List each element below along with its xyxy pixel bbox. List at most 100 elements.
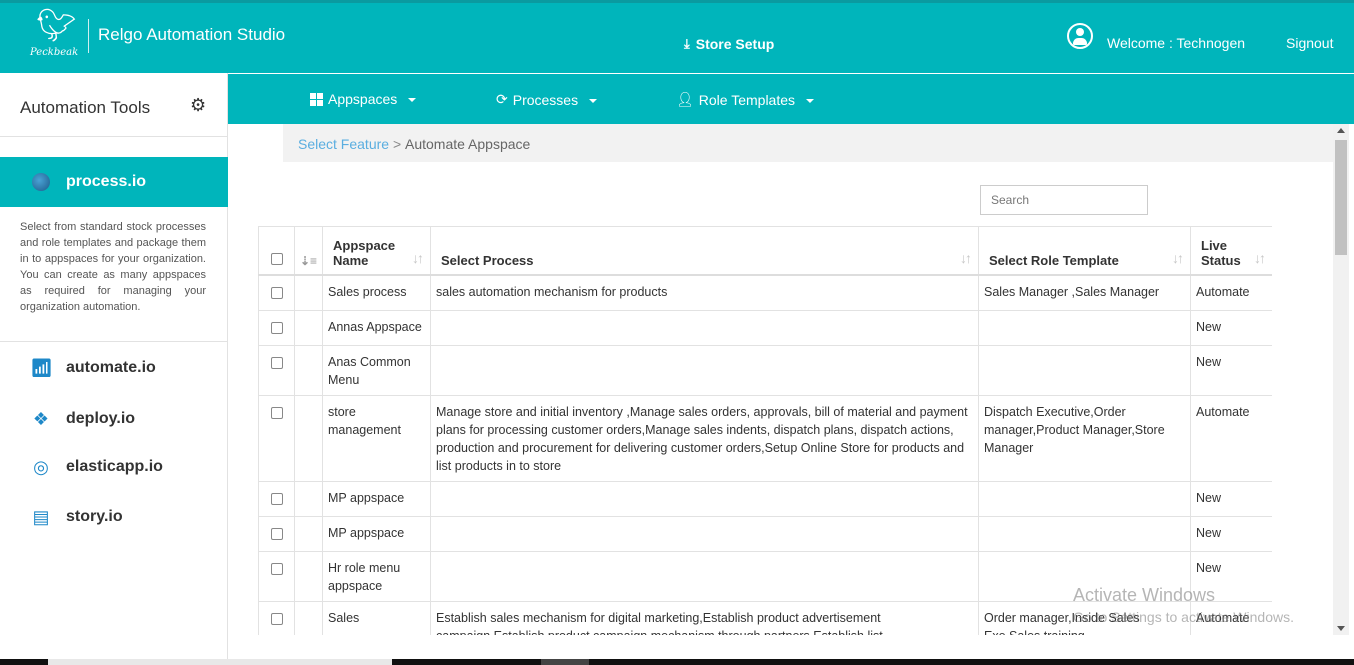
logo[interactable]: 🐦︎ Peckbeak [28,9,80,67]
sort-icon: ↓↑ [412,249,424,266]
vertical-scrollbar[interactable] [1333,124,1349,635]
activate-windows-title: Activate Windows [1073,585,1216,605]
select-all-header [258,226,295,276]
cell-live-status: New [1190,515,1272,552]
appspaces-menu[interactable]: Appspaces [310,91,417,107]
ring-icon: ◎ [33,457,49,477]
processes-label: Processes [512,91,579,108]
row-checkbox[interactable] [270,492,283,505]
sort-icon: ↓↑ [1254,249,1266,266]
globe-icon [32,173,50,191]
select-all-checkbox[interactable] [270,252,283,265]
scroll-down-icon[interactable] [1337,626,1345,631]
processes-menu[interactable]: ⟳ Processes [496,91,598,108]
ribbon-icon: ❖ [32,409,50,429]
col-select-process-label: Select Process [441,252,534,268]
signout-link[interactable]: Signout [1286,35,1333,51]
cell-role-template [978,309,1191,346]
sidebar-item-automate-io[interactable]: 📶︎ automate.io [0,349,228,389]
row-checkbox-cell [258,515,295,552]
cell-live-status: Automate [1190,274,1272,311]
row-checkbox[interactable] [270,286,283,299]
cell-role-template [978,515,1191,552]
appspaces-label: Appspaces [328,91,398,107]
row-spacer [294,344,323,396]
cell-process [430,480,979,517]
search-input[interactable] [980,185,1148,215]
cell-role-template [978,344,1191,396]
user-avatar-icon[interactable] [1067,23,1093,49]
role-templates-menu[interactable]: 👤︎ Role Templates [676,91,815,108]
store-setup-label: Store Setup [695,36,775,52]
row-checkbox-cell [258,600,295,635]
cell-appspace-name: Hr role menu appspace [322,550,431,602]
table-row[interactable]: Annas Appspace New [258,309,1272,346]
sidebar-item-process-io[interactable]: process.io [0,157,228,207]
breadcrumb-select-feature[interactable]: Select Feature [298,136,389,152]
cell-process: Manage store and initial inventory ,Mana… [430,394,979,482]
row-checkbox[interactable] [270,406,283,419]
cell-live-status: Automate [1190,394,1272,482]
sort-header[interactable]: ⇣≡ [294,226,323,276]
row-checkbox-cell [258,394,295,482]
sidebar-header: Automation Tools ⚙ [0,73,228,137]
col-select-role-template[interactable]: Select Role Template ↓↑ [978,226,1191,276]
table-row[interactable]: store management Manage store and initia… [258,394,1272,482]
welcome-text: Welcome : Technogen [1107,35,1246,51]
sidebar-item-elasticapp-io[interactable]: ◎ elasticapp.io [0,448,228,488]
sidebar-item-deploy-io[interactable]: ❖ deploy.io [0,400,228,440]
row-checkbox[interactable] [270,356,283,369]
download-icon: ⤓ [684,36,690,51]
chevron-down-icon [589,98,598,103]
col-live-status[interactable]: Live Status ↓↑ [1190,226,1272,276]
row-checkbox-cell [258,480,295,517]
col-appspace-name[interactable]: Appspace Name ↓↑ [322,226,431,276]
row-checkbox[interactable] [270,321,283,334]
cell-process: sales automation mechanism for products [430,274,979,311]
sidebar: Automation Tools ⚙ process.io Select fro… [0,73,228,665]
cell-live-status: New [1190,480,1272,517]
col-appspace-name-label: Appspace Name [333,237,396,268]
row-checkbox-cell [258,550,295,602]
top-header: 🐦︎ Peckbeak Relgo Automation Studio ⤓ St… [0,0,1354,73]
row-checkbox[interactable] [270,562,283,575]
row-checkbox-cell [258,274,295,311]
chevron-down-icon [408,98,417,102]
activate-windows-subtitle: Go to Settings to activate Windows. [1073,609,1294,625]
sidebar-description: Select from standard stock processes and… [20,221,206,313]
sidebar-item-story-io[interactable]: ▤ story.io [0,498,228,538]
row-spacer [294,394,323,482]
col-select-role-template-label: Select Role Template [989,252,1119,268]
sidebar-item-label: story.io [66,508,123,525]
row-checkbox[interactable] [270,612,283,625]
sidebar-item-label: automate.io [66,359,156,376]
col-live-status-label: Live Status [1201,237,1241,268]
row-spacer [294,309,323,346]
sort-icon: ↓↑ [1172,249,1184,266]
table-row[interactable]: Sales process sales automation mechanism… [258,274,1272,311]
sidebar-item-label: deploy.io [66,410,136,427]
table-row[interactable]: MP appspace New [258,515,1272,552]
table-row[interactable]: MP appspace New [258,480,1272,517]
document-icon: ▤ [32,507,50,527]
scrollbar-thumb[interactable] [1335,140,1347,255]
row-checkbox[interactable] [270,527,283,540]
cell-process [430,550,979,602]
cell-live-status: New [1190,344,1272,396]
table-row[interactable]: Anas Common Menu New [258,344,1272,396]
cell-appspace-name: Annas Appspace [322,309,431,346]
cell-appspace-name: store management [322,394,431,482]
cell-live-status: New [1190,309,1272,346]
gear-icon[interactable]: ⚙ [190,95,206,116]
cell-process [430,344,979,396]
chevron-down-icon [806,98,815,103]
scroll-up-icon[interactable] [1337,128,1345,133]
taskbar [0,659,1354,665]
col-select-process[interactable]: Select Process ↓↑ [430,226,979,276]
secondary-nav: Appspaces ⟳ Processes 👤︎ Role Templates [228,74,1354,124]
table-header-row: ⇣≡ Appspace Name ↓↑ Select Process ↓↑ Sele… [258,226,1272,276]
sidebar-item-label: process.io [66,173,147,190]
user-icon: 👤︎ [676,91,694,107]
store-setup-link[interactable]: ⤓ Store Setup [684,36,774,52]
app-root: 🐦︎ Peckbeak Relgo Automation Studio ⤓ St… [0,0,1354,665]
